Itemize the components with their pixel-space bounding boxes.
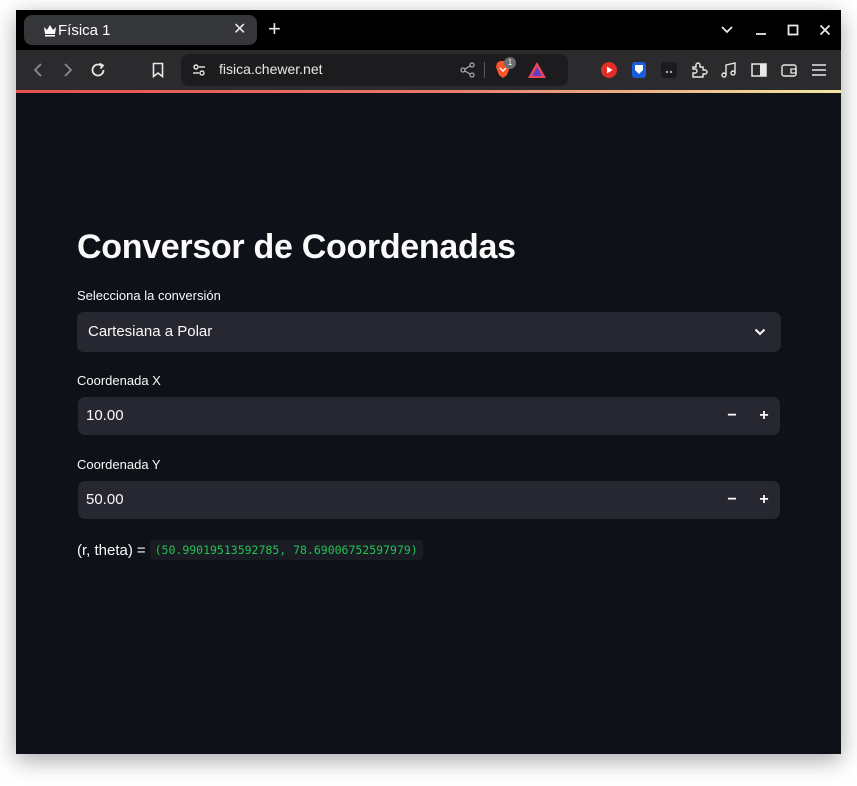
site-settings-icon[interactable]	[189, 60, 209, 80]
x-coordinate-input[interactable]: 10.00 − +	[78, 397, 780, 435]
reload-icon[interactable]	[88, 60, 108, 80]
result-equals: =	[136, 541, 146, 559]
x-coordinate-value[interactable]: 10.00	[86, 407, 124, 424]
address-bar[interactable]: fisica.chewer.net 1	[181, 54, 568, 86]
x-decrement-button[interactable]: −	[722, 406, 742, 426]
conversion-label: Selecciona la conversión	[77, 288, 221, 303]
bookmark-icon[interactable]	[148, 60, 168, 80]
conversion-select-value: Cartesiana a Polar	[88, 323, 213, 340]
shields-badge: 1	[504, 57, 516, 69]
tab-title: Física 1	[58, 22, 111, 39]
y-coordinate-value[interactable]: 50.00	[86, 491, 124, 508]
y-coordinate-input[interactable]: 50.00 − +	[78, 481, 780, 519]
share-icon[interactable]	[458, 60, 478, 80]
brave-rewards-icon[interactable]	[527, 60, 547, 80]
y-increment-button[interactable]: +	[754, 490, 774, 510]
sidebar-icon[interactable]	[749, 60, 769, 80]
result-value: (50.99019513592785, 78.69006752597979)	[149, 540, 423, 560]
extension-icon[interactable]	[659, 60, 679, 80]
puzzle-extensions-icon[interactable]	[689, 60, 709, 80]
y-coordinate-label: Coordenada Y	[77, 457, 161, 472]
url-divider	[484, 62, 485, 78]
browser-tab[interactable]: Física 1 ✕	[24, 15, 257, 45]
maximize-icon[interactable]	[783, 20, 803, 40]
minimize-icon[interactable]	[751, 20, 771, 40]
x-increment-button[interactable]: +	[754, 406, 774, 426]
bitwarden-extension-icon[interactable]	[629, 60, 649, 80]
tab-close-button[interactable]: ✕	[233, 21, 246, 39]
x-coordinate-label: Coordenada X	[77, 373, 161, 388]
menu-icon[interactable]	[809, 60, 829, 80]
tab-bar: Física 1 ✕ +	[16, 10, 841, 50]
chevron-down-icon	[754, 328, 766, 336]
youtube-extension-icon[interactable]	[599, 60, 619, 80]
media-icon[interactable]	[719, 60, 739, 80]
browser-window: Física 1 ✕ + fisica.chewer.net 1 Convers…	[16, 10, 841, 754]
wallet-icon[interactable]	[779, 60, 799, 80]
result-line: (r, theta) = (50.99019513592785, 78.6900…	[77, 540, 423, 560]
result-label: (r, theta)	[77, 541, 133, 559]
app-content: Conversor de Coordenadas Selecciona la c…	[16, 93, 841, 754]
url-text[interactable]: fisica.chewer.net	[219, 61, 323, 77]
tab-list-chevron-icon[interactable]	[717, 20, 737, 40]
new-tab-button[interactable]: +	[268, 18, 281, 40]
forward-icon[interactable]	[58, 60, 78, 80]
back-icon[interactable]	[28, 60, 48, 80]
close-window-icon[interactable]	[815, 20, 835, 40]
conversion-select[interactable]: Cartesiana a Polar	[77, 312, 781, 352]
y-decrement-button[interactable]: −	[722, 490, 742, 510]
browser-toolbar: fisica.chewer.net 1	[16, 50, 841, 90]
streamlit-crown-icon	[44, 25, 56, 37]
page-title: Conversor de Coordenadas	[77, 228, 516, 266]
